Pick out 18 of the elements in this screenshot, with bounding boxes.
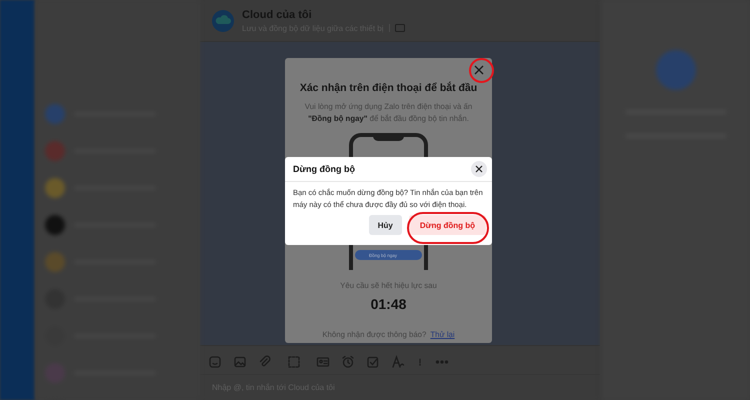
image-icon[interactable]	[233, 355, 247, 369]
paperclip-icon[interactable]	[258, 355, 272, 369]
tag-icon[interactable]	[394, 24, 404, 32]
alarm-clock-icon[interactable]	[341, 355, 355, 369]
close-button[interactable]	[471, 161, 487, 177]
contact-card-icon[interactable]	[316, 355, 330, 369]
sticker-icon[interactable]	[208, 355, 222, 369]
cloud-avatar-icon	[212, 10, 234, 32]
close-icon[interactable]	[472, 63, 486, 77]
task-checkbox-icon[interactable]	[366, 355, 380, 369]
countdown-timer: 01:48	[370, 296, 406, 312]
text-format-icon[interactable]	[391, 355, 405, 369]
dialog-title: Dừng đồng bộ	[293, 164, 355, 174]
stop-sync-button[interactable]: Dừng đồng bộ	[408, 215, 486, 235]
modal-title: Xác nhận trên điện thoại để bắt đầu	[300, 82, 478, 94]
highlight-ring	[469, 58, 494, 83]
close-icon	[474, 164, 484, 174]
cancel-button[interactable]: Hủy	[368, 215, 402, 235]
